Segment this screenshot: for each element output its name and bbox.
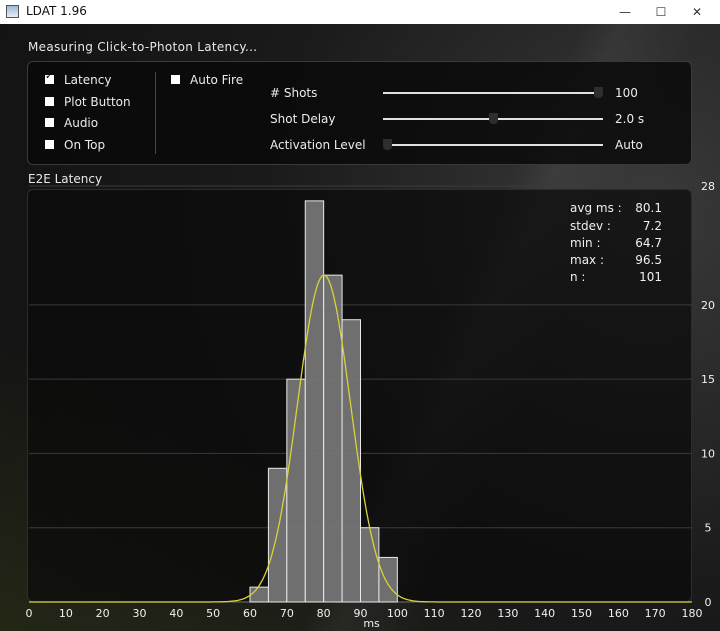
x-tick-label-170: 170 bbox=[645, 607, 666, 620]
x-axis-label: ms bbox=[363, 617, 380, 630]
x-tick-label-80: 80 bbox=[317, 607, 331, 620]
x-tick-label-60: 60 bbox=[243, 607, 257, 620]
x-tick-label-40: 40 bbox=[169, 607, 183, 620]
histogram-bar-75 bbox=[304, 200, 325, 603]
histogram-bar-90 bbox=[360, 527, 380, 603]
y-tick-label-5: 5 bbox=[705, 522, 712, 535]
x-tick-label-160: 160 bbox=[608, 607, 629, 620]
y-tick-label-15: 15 bbox=[701, 373, 715, 386]
x-tick-label-180: 180 bbox=[682, 607, 703, 620]
x-tick-label-10: 10 bbox=[59, 607, 73, 620]
x-tick-label-130: 130 bbox=[497, 607, 518, 620]
x-tick-label-120: 120 bbox=[461, 607, 482, 620]
histogram-bar-95 bbox=[378, 556, 398, 603]
histogram-bar-60 bbox=[249, 586, 269, 603]
ldat-window: LDAT 1.96 — ☐ ✕ Measuring Click-to-Photo… bbox=[0, 0, 720, 631]
x-tick-label-30: 30 bbox=[133, 607, 147, 620]
y-tick-label-0: 0 bbox=[705, 596, 712, 609]
window-title: LDAT 1.96 bbox=[26, 4, 87, 18]
title-bar: LDAT 1.96 — ☐ ✕ bbox=[0, 0, 720, 24]
x-tick-label-150: 150 bbox=[571, 607, 592, 620]
close-button[interactable]: ✕ bbox=[674, 0, 720, 24]
x-tick-label-20: 20 bbox=[96, 607, 110, 620]
y-tick-label-10: 10 bbox=[701, 447, 715, 460]
latency-histogram-chart: 05101520280 10 20 30 40 50 60 70 80 90 100 110 120 13… bbox=[26, 180, 716, 630]
ldat-app-icon bbox=[6, 5, 19, 18]
x-tick-label-110: 110 bbox=[424, 607, 445, 620]
x-tick-label-70: 70 bbox=[280, 607, 294, 620]
x-tick-label-100: 100 bbox=[387, 607, 408, 620]
y-tick-label-20: 20 bbox=[701, 299, 715, 312]
y-tick-label-28: 28 bbox=[701, 180, 715, 193]
x-tick-label-140: 140 bbox=[534, 607, 555, 620]
x-tick-label-0: 0 bbox=[26, 607, 33, 620]
histogram-bar-65 bbox=[267, 467, 288, 603]
x-tick-label-50: 50 bbox=[206, 607, 220, 620]
